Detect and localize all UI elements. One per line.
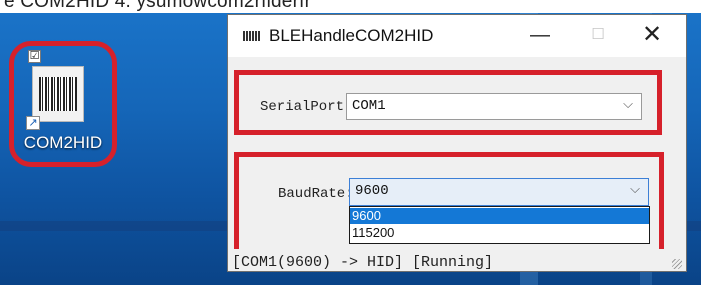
close-button[interactable]: ✕	[632, 19, 672, 51]
caption-text: e COM2HID 4. ysumowcom2rfiderfr	[4, 0, 312, 12]
app-window: BLEHandleCOM2HID — ☐ ✕ SerialPort: COM1 …	[227, 14, 687, 272]
baud-rate-value: 9600	[355, 183, 389, 199]
baud-rate-select[interactable]: 9600 ⌵	[349, 178, 649, 206]
app-barcode-icon	[243, 31, 261, 41]
window-titlebar[interactable]: BLEHandleCOM2HID — ☐ ✕	[228, 15, 686, 57]
window-title: BLEHandleCOM2HID	[269, 26, 434, 45]
status-text: [COM1(9600) -> HID] [Running]	[232, 254, 494, 271]
minimize-button[interactable]: —	[520, 19, 560, 51]
dropdown-option[interactable]: 9600	[350, 208, 649, 224]
selection-checkbox-icon[interactable]: ☑	[28, 50, 41, 63]
serial-port-label: SerialPort:	[260, 99, 353, 115]
resize-grip-icon[interactable]	[672, 259, 682, 269]
status-bar: [COM1(9600) -> HID] [Running]	[228, 249, 686, 271]
serial-port-value: COM1	[352, 98, 386, 114]
dropdown-option[interactable]: 115200	[350, 225, 649, 241]
barcode-bars	[39, 77, 77, 111]
chevron-down-icon[interactable]: ⌵	[623, 97, 633, 112]
baud-rate-label: BaudRate:	[278, 186, 354, 202]
barcode-app-icon	[32, 66, 84, 122]
baud-rate-dropdown-list[interactable]: 9600 115200	[349, 206, 650, 244]
shortcut-arrow-icon: ↗	[26, 116, 40, 130]
desktop-icon-label: COM2HID	[23, 133, 103, 152]
maximize-button[interactable]: ☐	[578, 19, 618, 51]
serial-port-select[interactable]: COM1 ⌵	[346, 93, 642, 120]
chevron-down-icon[interactable]: ⌵	[630, 182, 640, 197]
desktop-shortcut-com2hid[interactable]: ☑ ↗ COM2HID	[9, 41, 117, 167]
